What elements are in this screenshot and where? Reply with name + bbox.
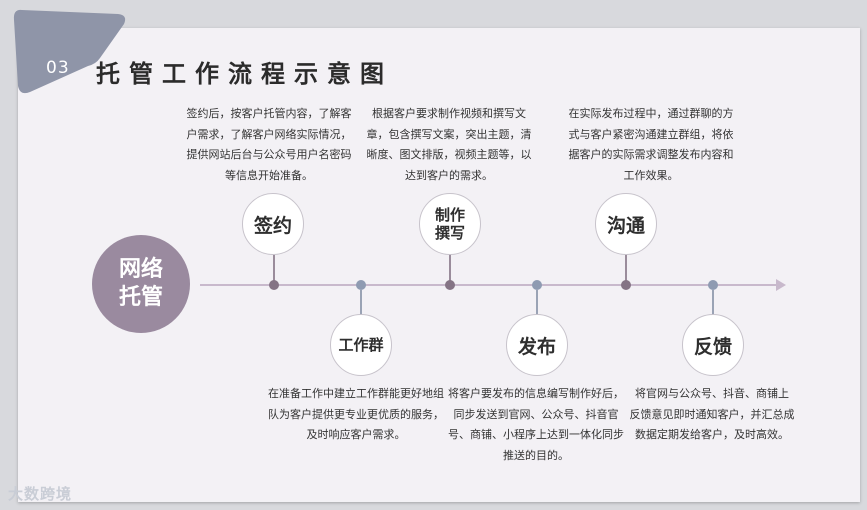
step-node-workgroup: 工作群 [330,314,392,376]
timeline-dot-communicate [621,280,631,290]
connector-produce [449,255,451,281]
step-description-produce: 根据客户要求制作视频和撰写文章，包含撰写文案，突出主题，清晰度、图文排版，视频主… [366,107,532,182]
watermark-logo: 大数跨境 [8,485,73,503]
timeline-dot-sign [269,280,279,290]
connector-communicate [625,255,627,281]
step-description-feedback: 将官网与公众号、抖音、商铺上 反馈意见即时通知客户，并汇总成数据定期发给客户，及… [629,387,795,441]
step-label-communicate: 沟通 [606,214,645,237]
timeline-arrow-icon [776,279,786,291]
step-node-feedback: 反馈 [682,314,744,376]
step-node-produce: 制作 撰写 [419,193,481,255]
timeline-dot-workgroup [356,280,366,290]
center-node: 网络 托管 [92,235,190,333]
step-description-workgroup: 在准备工作中建立工作群能更好地组队为客户提供更专业更优质的服务，及时响应客户需求… [268,387,444,441]
step-label-workgroup: 工作群 [338,336,384,354]
step-label-produce-line1: 制作 [434,206,465,224]
timeline-line [200,284,780,286]
center-node-line1: 网络 [118,257,163,282]
step-label-produce-line2: 撰写 [434,224,465,242]
step-description-communicate: 在实际发布过程中，通过群聊的方式与客户紧密沟通建立群组，将依据客户的实际需求调整… [568,107,734,182]
connector-workgroup [360,290,362,316]
step-node-publish: 发布 [506,314,568,376]
connector-sign [273,255,275,281]
step-label-publish: 发布 [517,335,556,358]
step-label-sign: 签约 [253,214,292,237]
page-title: 托管工作流程示意图 [96,60,393,88]
section-number: 03 [46,58,70,78]
connector-feedback [712,290,714,316]
step-label-feedback: 反馈 [693,335,732,358]
connector-publish [536,290,538,316]
timeline-dot-feedback [708,280,718,290]
step-node-sign: 签约 [242,193,304,255]
center-node-line2: 托管 [118,285,163,310]
timeline-dot-publish [532,280,542,290]
timeline-dot-produce [445,280,455,290]
step-node-communicate: 沟通 [595,193,657,255]
step-description-sign: 签约后，按客户托管内容，了解客户需求，了解客户网络实际情况，提供网站后台与公众号… [186,107,352,182]
step-description-publish: 将客户要发布的信息编写制作好后，同步发送到官网、公众号、抖音官号、商铺、小程序上… [448,387,624,462]
